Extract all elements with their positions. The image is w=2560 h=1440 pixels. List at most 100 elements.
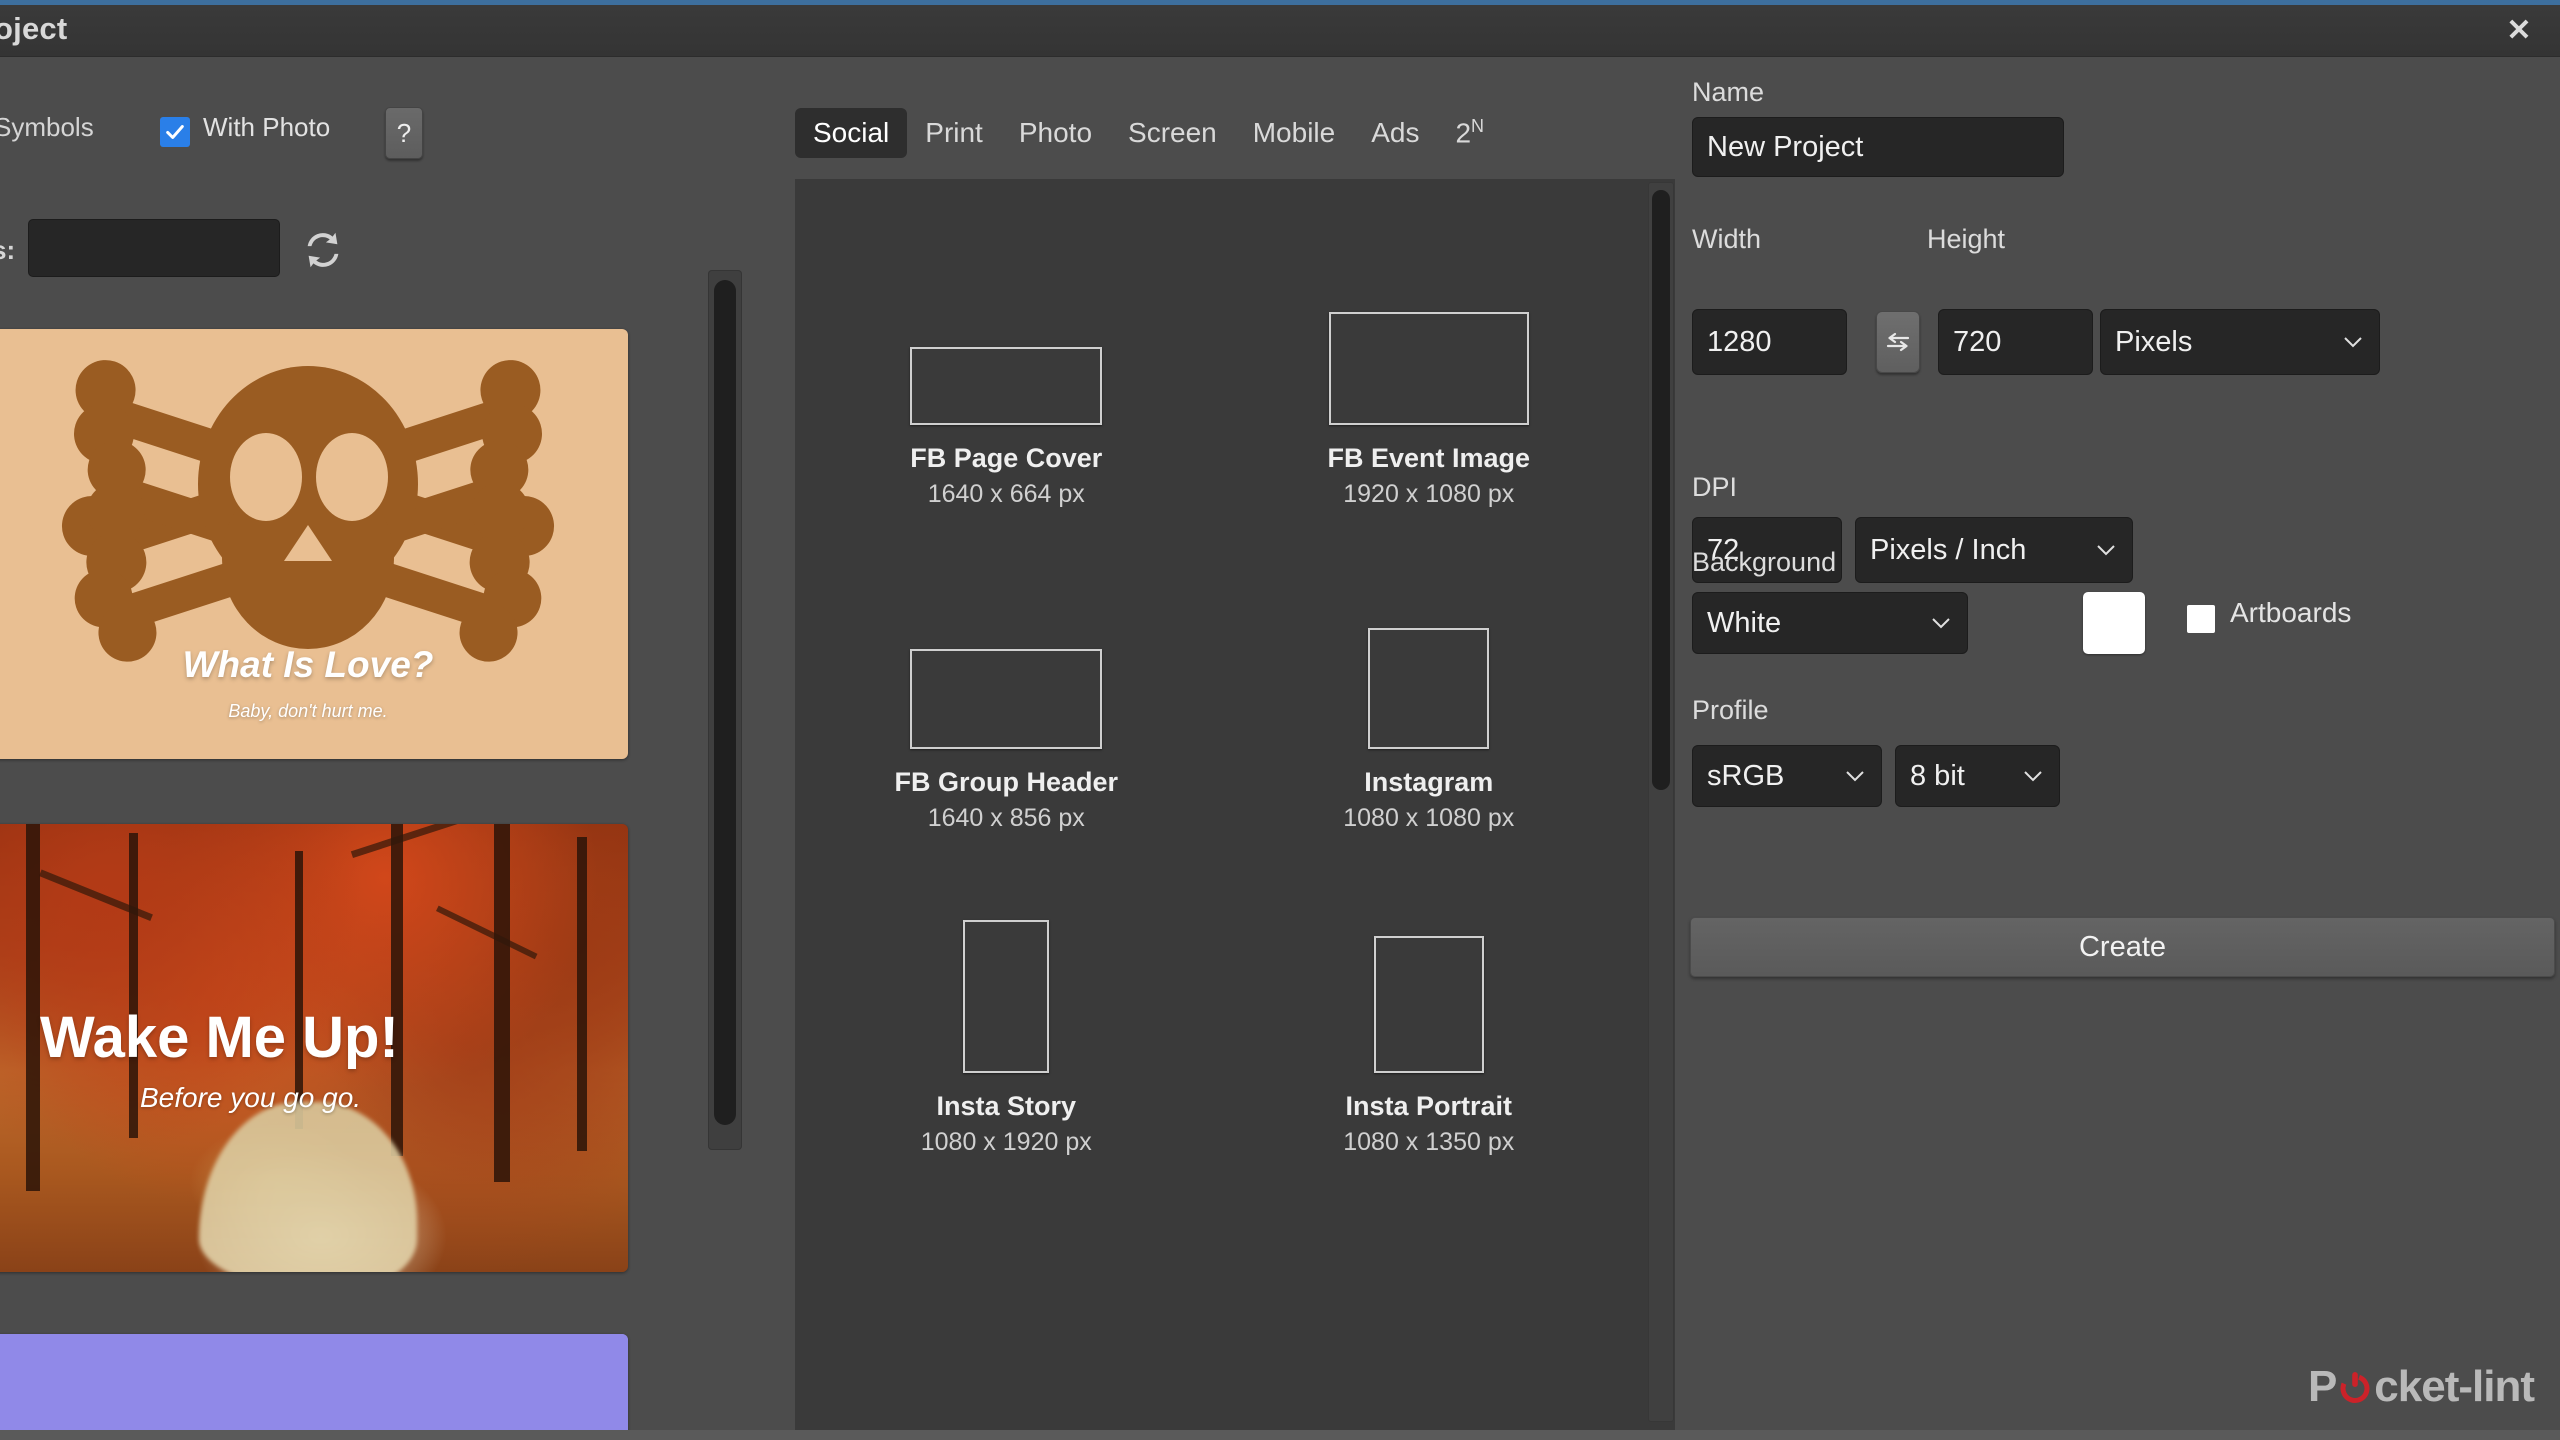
preset-name: FB Event Image [1327, 443, 1531, 473]
background-color-swatch[interactable] [2083, 592, 2145, 654]
tab-label: Social [813, 117, 890, 148]
preset-thumb-holder [1373, 873, 1484, 1073]
window-title: oject [0, 11, 68, 46]
symbols-scrollbar-thumb[interactable] [714, 280, 736, 1125]
tab-ads[interactable]: Ads [1353, 108, 1437, 158]
refresh-icon[interactable] [300, 227, 346, 273]
preset-aspect-box [1373, 936, 1484, 1073]
chevron-down-icon [1932, 618, 1950, 629]
chevron-down-icon [2097, 545, 2115, 556]
check-icon [166, 125, 184, 139]
tab-label: Photo [1018, 117, 1093, 148]
power-icon [2338, 1365, 2372, 1403]
tab-print[interactable]: Print [907, 108, 1001, 158]
preset-grid-container: FB Page Cover 1640 x 664 px FB Event Image… [795, 179, 1675, 1440]
preset-item[interactable]: Instagram 1080 x 1080 px [1218, 549, 1641, 833]
with-photo-checkbox[interactable] [160, 117, 190, 147]
dpi-units-value: Pixels / Inch [1870, 533, 2027, 566]
preset-aspect-box [1368, 628, 1490, 749]
preset-item[interactable]: FB Group Header 1640 x 856 px [795, 549, 1218, 833]
preset-aspect-box [963, 920, 1050, 1073]
list-item[interactable]: What Is Love? Baby, don't hurt me. [0, 329, 628, 759]
preset-thumb-holder [910, 549, 1103, 749]
tab-screen[interactable]: Screen [1110, 108, 1235, 158]
symbols-panel: Symbols With Photo ? s: [0, 57, 700, 1440]
preset-item[interactable]: Insta Portrait 1080 x 1350 px [1218, 873, 1641, 1157]
chevron-down-icon [2344, 337, 2362, 348]
height-label: Height [1927, 224, 2006, 254]
presets-scrollbar[interactable] [1648, 182, 1674, 1422]
profile-label: Profile [1692, 695, 1769, 725]
profile-value: sRGB [1707, 759, 1785, 792]
tab-social[interactable]: Social [795, 108, 908, 158]
preset-category-tabs: Social Print Photo Screen Mobile Ads 2N [795, 105, 1502, 161]
watermark-suffix: cket-lint [2374, 1362, 2535, 1411]
units-select[interactable]: Pixels [2100, 309, 2380, 375]
preset-dimensions: 1080 x 1350 px [1343, 1128, 1515, 1156]
preset-name: Instagram [1364, 767, 1494, 797]
units-value: Pixels [2115, 325, 2193, 358]
preset-dimensions: 1080 x 1080 px [1343, 804, 1515, 832]
list-item[interactable]: Wake Me Up! Before you go go. [0, 824, 628, 1272]
pocket-lint-watermark: P cket-lint [2308, 1362, 2535, 1412]
create-button[interactable]: Create [1690, 917, 2555, 977]
tab-label: Ads [1371, 117, 1420, 148]
thumb-subtitle: Baby, don't hurt me. [228, 701, 388, 721]
presets-scrollbar-thumb[interactable] [1652, 190, 1670, 790]
preset-aspect-box [910, 347, 1103, 425]
dpi-label: DPI [1692, 472, 1738, 502]
with-photo-label[interactable]: With Photo [203, 112, 330, 143]
chevron-down-icon [1846, 771, 1864, 782]
window-bottom-edge [0, 1430, 2560, 1440]
preset-dimensions: 1080 x 1920 px [920, 1128, 1092, 1156]
preset-thumb-holder [1328, 225, 1529, 425]
preset-name: Insta Story [936, 1091, 1077, 1121]
preset-thumb-holder [910, 225, 1103, 425]
preset-item[interactable]: Insta Story 1080 x 1920 px [795, 873, 1218, 1157]
purple-landscape-image [0, 1334, 628, 1439]
tab-photo[interactable]: Photo [1001, 108, 1110, 158]
skull-and-crossbones-icon [61, 360, 555, 662]
background-label: Background [1692, 547, 1837, 577]
tab-2[interactable]: 2N [1437, 107, 1502, 158]
project-settings-panel: Name Width Height Pixels DPI Pixels / In… [1690, 57, 2560, 1440]
profile-select[interactable]: sRGB [1692, 745, 1882, 807]
symbols-scrollbar[interactable] [708, 270, 742, 1150]
swap-arrows-icon[interactable] [1876, 311, 1920, 373]
width-input[interactable] [1692, 309, 1847, 375]
preset-aspect-box [910, 649, 1103, 749]
tab-label: 2 [1455, 117, 1472, 149]
preset-dimensions: 1920 x 1080 px [1343, 480, 1515, 508]
artboards-checkbox[interactable] [2187, 605, 2215, 633]
tab-label: Mobile [1252, 117, 1336, 148]
project-name-input[interactable] [1692, 117, 2064, 177]
height-input[interactable] [1938, 309, 2093, 375]
presets-panel: Social Print Photo Screen Mobile Ads 2N FB Pag… [795, 57, 1675, 1440]
preset-aspect-box [1328, 312, 1529, 425]
search-input[interactable] [28, 219, 280, 277]
search-label: s: [0, 235, 16, 265]
preset-name: FB Group Header [894, 767, 1119, 797]
close-icon[interactable]: ✕ [2490, 7, 2548, 55]
chevron-down-icon [2024, 771, 2042, 782]
help-button[interactable]: ? [385, 107, 423, 159]
symbol-thumbnail-list: What Is Love? Baby, don't hurt me. Wake … [0, 279, 640, 1439]
preset-name: FB Page Cover [910, 443, 1103, 473]
artboards-label[interactable]: Artboards [2230, 597, 2351, 629]
preset-grid: FB Page Cover 1640 x 664 px FB Event Image… [795, 179, 1640, 1157]
dpi-units-select[interactable]: Pixels / Inch [1855, 517, 2133, 583]
thumb-subtitle: Before you go go. [140, 1082, 362, 1113]
tab-mobile[interactable]: Mobile [1235, 108, 1353, 158]
preset-item[interactable]: FB Page Cover 1640 x 664 px [795, 225, 1218, 509]
preset-dimensions: 1640 x 664 px [927, 480, 1085, 508]
symbols-label: Symbols [0, 112, 94, 142]
title-bar: oject ✕ [0, 5, 2560, 57]
list-item[interactable] [0, 1334, 628, 1439]
preset-thumb-holder [963, 873, 1050, 1073]
tab-label: Print [925, 117, 983, 148]
bit-depth-select[interactable]: 8 bit [1895, 745, 2060, 807]
preset-item[interactable]: FB Event Image 1920 x 1080 px [1218, 225, 1641, 509]
background-value: White [1707, 606, 1782, 639]
background-select[interactable]: White [1692, 592, 1968, 654]
symbols-search-row: s: [0, 219, 400, 281]
